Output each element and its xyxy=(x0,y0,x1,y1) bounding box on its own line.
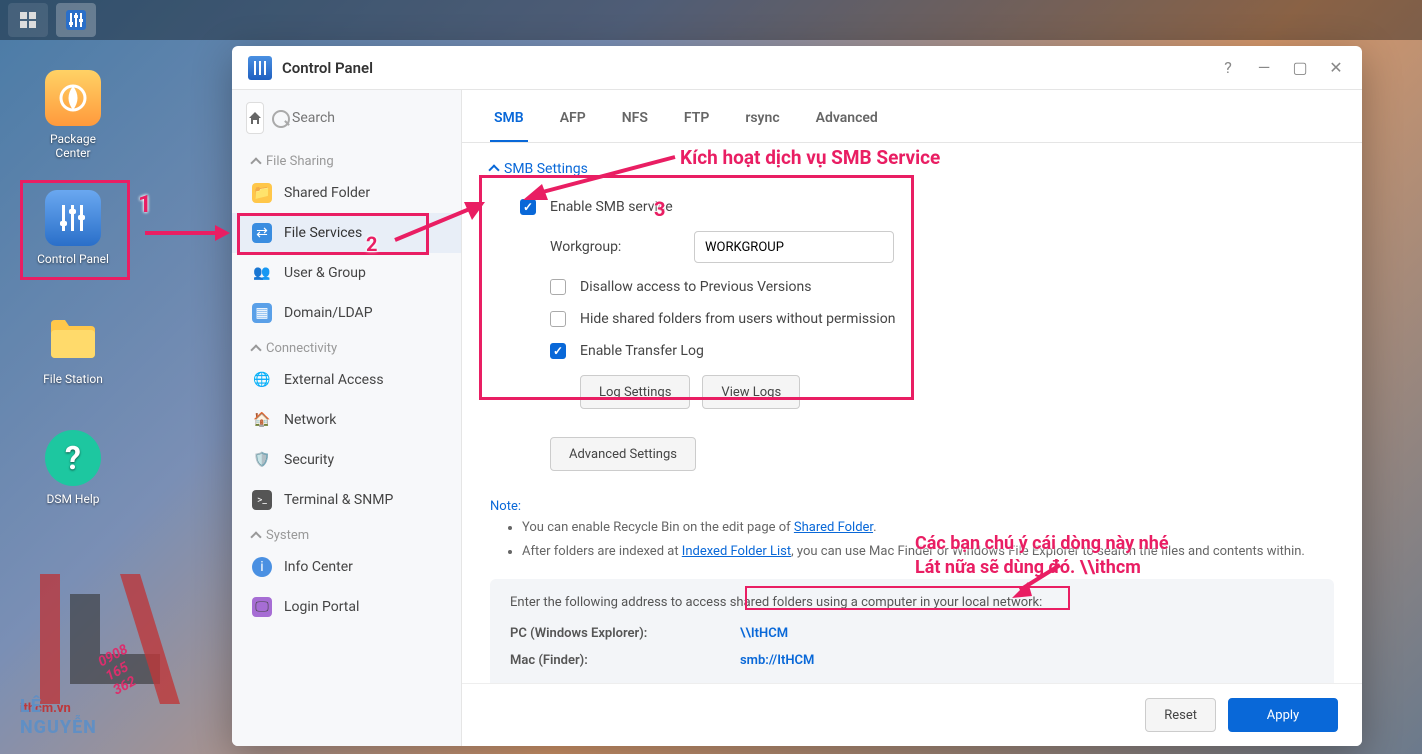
network-icon: 🏠 xyxy=(252,410,272,430)
titlebar: Control Panel ? — ▢ ✕ xyxy=(232,46,1362,90)
tab-ftp[interactable]: FTP xyxy=(680,104,713,142)
maximize-button[interactable]: ▢ xyxy=(1290,58,1310,77)
minimize-button[interactable]: — xyxy=(1254,58,1274,77)
annotation-number-1: 1 xyxy=(138,190,152,218)
tab-smb[interactable]: SMB xyxy=(490,104,528,142)
info-icon: i xyxy=(252,557,272,577)
note-section: Note: You can enable Recycle Bin on the … xyxy=(490,499,1334,561)
section-file-sharing[interactable]: File Sharing xyxy=(232,146,461,173)
desktop-icon-package-center[interactable]: PackageCenter xyxy=(28,70,118,160)
tab-advanced[interactable]: Advanced xyxy=(812,104,882,142)
arrow-1 xyxy=(140,218,230,248)
tab-afp[interactable]: AFP xyxy=(556,104,590,142)
label: PackageCenter xyxy=(28,132,118,160)
chevron-up-icon xyxy=(488,164,499,175)
sidebar-item-network[interactable]: 🏠 Network xyxy=(232,400,461,440)
sidebar-item-external-access[interactable]: 🌐 External Access xyxy=(232,360,461,400)
taskbar-control-panel-button[interactable] xyxy=(56,3,96,37)
annotation-box-3 xyxy=(479,175,914,400)
note-title: Note: xyxy=(490,499,1334,514)
sidebar-item-terminal-snmp[interactable]: >_ Terminal & SNMP xyxy=(232,480,461,520)
annotation-text-1: Kích hoạt dịch vụ SMB Service xyxy=(680,146,940,169)
folder-icon: 📁 xyxy=(252,183,272,203)
taskbar-apps-button[interactable] xyxy=(8,3,48,37)
shield-icon: 🛡️ xyxy=(252,450,272,470)
sidebar-item-domain-ldap[interactable]: ▦ Domain/LDAP xyxy=(232,293,461,333)
label: File Station xyxy=(28,372,118,386)
footer: Reset Apply xyxy=(462,683,1362,746)
external-access-icon: 🌐 xyxy=(252,370,272,390)
section-connectivity[interactable]: Connectivity xyxy=(232,333,461,360)
taskbar xyxy=(0,0,1422,40)
window-title: Control Panel xyxy=(282,59,373,77)
domain-ldap-icon: ▦ xyxy=(252,303,272,323)
section-system[interactable]: System xyxy=(232,520,461,547)
app-icon xyxy=(248,56,272,80)
close-button[interactable]: ✕ xyxy=(1326,58,1346,77)
package-center-icon xyxy=(45,70,101,126)
tabs: SMB AFP NFS FTP rsync Advanced xyxy=(462,90,1362,143)
annotation-box-1 xyxy=(20,180,130,280)
annotation-number-2: 2 xyxy=(366,232,377,256)
desktop-icon-dsm-help[interactable]: ? DSM Help xyxy=(28,430,118,506)
file-station-icon xyxy=(45,310,101,366)
login-portal-icon: 🖵 xyxy=(252,597,272,617)
home-button[interactable] xyxy=(246,102,264,134)
apply-button[interactable]: Apply xyxy=(1228,698,1338,732)
desktop-icon-file-station[interactable]: File Station xyxy=(28,310,118,386)
indexed-folder-link[interactable]: Indexed Folder List xyxy=(682,544,791,559)
user-group-icon: 👥 xyxy=(252,263,272,283)
advanced-settings-button[interactable]: Advanced Settings xyxy=(550,437,696,471)
arrow-2 xyxy=(520,152,680,202)
arrow-3 xyxy=(390,200,490,250)
dsm-help-icon: ? xyxy=(45,430,101,486)
shared-folder-link[interactable]: Shared Folder xyxy=(794,520,873,535)
sidebar-item-security[interactable]: 🛡️ Security xyxy=(232,440,461,480)
mac-value: smb://ItHCM xyxy=(740,653,814,668)
sidebar-item-user-group[interactable]: 👥 User & Group xyxy=(232,253,461,293)
annotation-text-2a: Các bạn chú ý cái dòng này nhé xyxy=(915,533,1169,554)
reset-button[interactable]: Reset xyxy=(1145,698,1216,732)
search-input[interactable] xyxy=(272,102,462,134)
terminal-icon: >_ xyxy=(252,490,272,510)
tab-nfs[interactable]: NFS xyxy=(618,104,652,142)
watermark-brand: LÊ NGUYỄN xyxy=(20,696,97,738)
sidebar: File Sharing 📁 Shared Folder ⇄ File Serv… xyxy=(232,90,462,746)
sidebar-item-info-center[interactable]: i Info Center xyxy=(232,547,461,587)
label: DSM Help xyxy=(28,492,118,506)
help-button[interactable]: ? xyxy=(1218,58,1238,77)
mac-label: Mac (Finder): xyxy=(510,653,740,668)
pc-label: PC (Windows Explorer): xyxy=(510,626,740,641)
sidebar-item-login-portal[interactable]: 🖵 Login Portal xyxy=(232,587,461,627)
tab-rsync[interactable]: rsync xyxy=(741,104,783,142)
pc-value: \\ItHCM xyxy=(740,626,788,641)
arrow-4 xyxy=(1010,560,1070,600)
